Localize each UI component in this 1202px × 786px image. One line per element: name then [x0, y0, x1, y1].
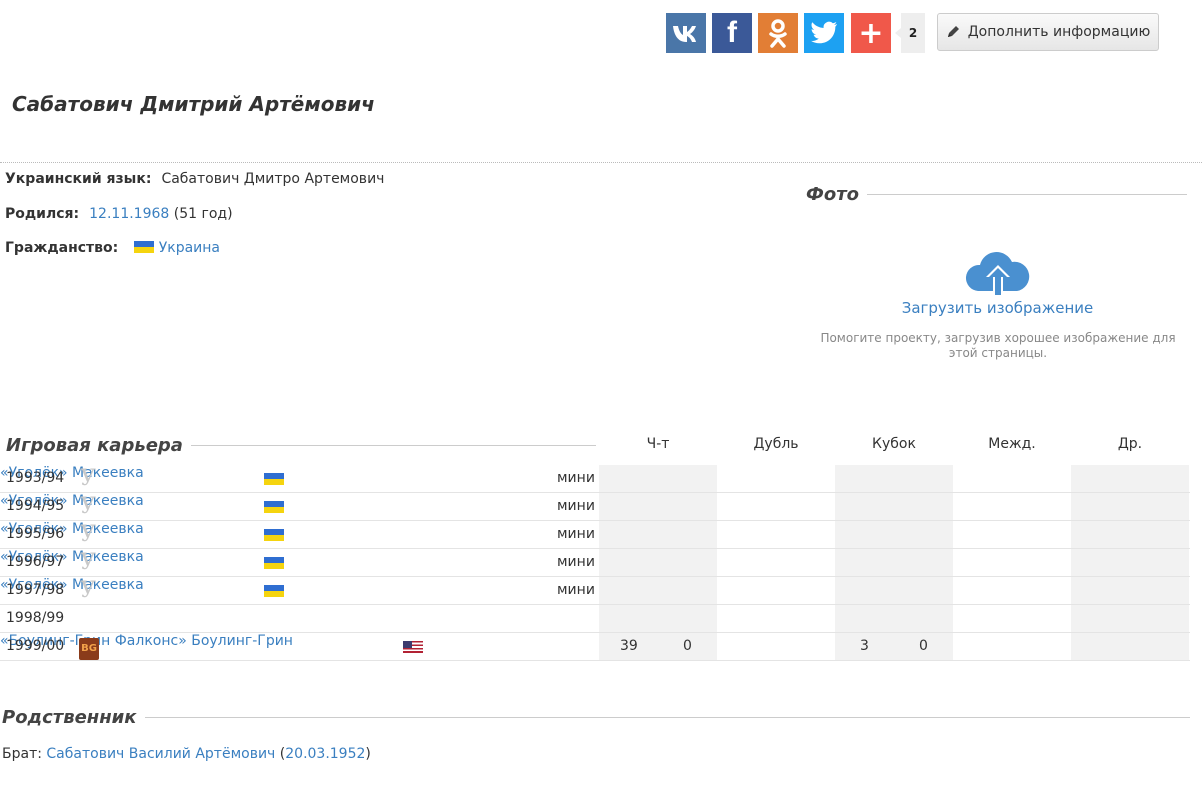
born-row: Родился: 12.11.1968 (51 год)	[5, 206, 233, 222]
club-logo-icon: У	[80, 466, 96, 491]
championship-goals: 0	[683, 638, 692, 654]
upload-cloud-icon[interactable]	[963, 251, 1033, 305]
club-logo-icon: У	[80, 578, 96, 603]
career-row: 1999/00 BG «Боулинг-Грин Фалконс» Боулин…	[0, 633, 1190, 661]
upload-image-link[interactable]: Загрузить изображение	[850, 299, 1145, 317]
ukraine-flag-icon	[134, 241, 155, 253]
relative-label: Брат:	[2, 746, 42, 762]
cup-games: 3	[860, 638, 869, 654]
ukrainian-name-label: Украинский язык:	[5, 171, 152, 187]
club-logo-icon: У	[80, 494, 96, 519]
club-logo-icon: У	[80, 522, 96, 547]
career-row: 1997/98 У «Уголёк» Макеевка мини	[0, 577, 1190, 605]
relative-name-link[interactable]: Сабатович Василий Артёмович	[46, 746, 275, 762]
league: мини	[557, 526, 595, 542]
season: 1999/00	[6, 638, 65, 654]
plus-icon: +	[858, 15, 884, 51]
upload-help-text: Помогите проекту, загрузив хорошее изобр…	[820, 331, 1176, 360]
edit-info-label: Дополнить информацию	[967, 24, 1151, 40]
usa-flag-icon	[403, 641, 423, 653]
odnoklassniki-icon	[769, 19, 787, 48]
column-header-other: Др.	[1117, 436, 1143, 452]
season: 1993/94	[6, 470, 65, 486]
ukraine-flag-icon	[264, 585, 284, 597]
career-heading-text: Игровая карьера	[6, 435, 183, 456]
citizenship-row: Гражданство: Украина	[5, 240, 220, 256]
career-heading-line	[190, 445, 596, 446]
relative-row: Брат: Сабатович Василий Артёмович (20.03…	[2, 746, 371, 762]
season: 1998/99	[6, 610, 65, 626]
column-header-reserve: Дубль	[753, 436, 799, 452]
league: мини	[557, 554, 595, 570]
career-row: 1998/99	[0, 605, 1190, 633]
club-logo-text: BG	[79, 638, 99, 660]
twitter-share-button[interactable]	[804, 13, 844, 53]
odnoklassniki-share-button[interactable]	[758, 13, 798, 53]
career-row: 1994/95 У «Уголёк» Макеевка мини	[0, 493, 1190, 521]
league: мини	[557, 498, 595, 514]
ukraine-flag-icon	[264, 557, 284, 569]
vk-icon	[673, 26, 696, 42]
season: 1996/97	[6, 554, 65, 570]
born-date-link[interactable]: 12.11.1968	[89, 206, 169, 222]
more-share-button[interactable]: +	[851, 13, 891, 53]
ukrainian-name-row: Украинский язык: Сабатович Дмитро Артемов…	[5, 171, 384, 187]
photo-heading-line	[867, 194, 1187, 195]
league: мини	[557, 582, 595, 598]
share-count: 2	[895, 13, 925, 53]
league: мини	[557, 470, 595, 486]
photo-heading: Фото	[806, 184, 1187, 205]
column-header-championship: Ч-т	[646, 436, 670, 452]
column-header-international: Межд.	[988, 436, 1036, 452]
ukrainian-name-value: Сабатович Дмитро Артемович	[161, 171, 385, 187]
facebook-icon: f	[727, 16, 737, 49]
club-logo-icon: У	[80, 550, 96, 575]
career-row: 1993/94 У «Уголёк» Макеевка мини	[0, 465, 1190, 493]
relative-heading-text: Родственник	[2, 707, 137, 728]
ukraine-flag-icon	[264, 529, 284, 541]
relative-heading-line	[144, 717, 1190, 718]
twitter-icon	[811, 21, 837, 44]
season: 1995/96	[6, 526, 65, 542]
cup-goals: 0	[919, 638, 928, 654]
career-row: 1995/96 У «Уголёк» Макеевка мини	[0, 521, 1190, 549]
season: 1994/95	[6, 498, 65, 514]
citizenship-label: Гражданство:	[5, 240, 119, 256]
championship-games: 39	[620, 638, 638, 654]
facebook-share-button[interactable]: f	[712, 13, 752, 53]
born-age: (51 год)	[173, 206, 233, 222]
ukraine-flag-icon	[264, 501, 284, 513]
relative-date-link[interactable]: 20.03.1952	[285, 746, 365, 762]
citizenship-link[interactable]: Украина	[159, 240, 220, 256]
vk-share-button[interactable]	[666, 13, 706, 53]
page-title: Сабатович Дмитрий Артёмович	[12, 92, 375, 116]
career-heading: Игровая карьера	[6, 435, 596, 456]
ukraine-flag-icon	[264, 473, 284, 485]
career-row: 1996/97 У «Уголёк» Макеевка мини	[0, 549, 1190, 577]
photo-heading-text: Фото	[806, 184, 860, 205]
season: 1997/98	[6, 582, 65, 598]
divider	[0, 162, 1202, 163]
column-header-cup: Кубок	[872, 436, 916, 452]
relative-paren-close: )	[365, 746, 371, 762]
relative-heading: Родственник	[2, 707, 1190, 728]
pencil-icon	[947, 26, 959, 37]
born-label: Родился:	[5, 206, 80, 222]
edit-info-button[interactable]: Дополнить информацию	[937, 13, 1159, 51]
